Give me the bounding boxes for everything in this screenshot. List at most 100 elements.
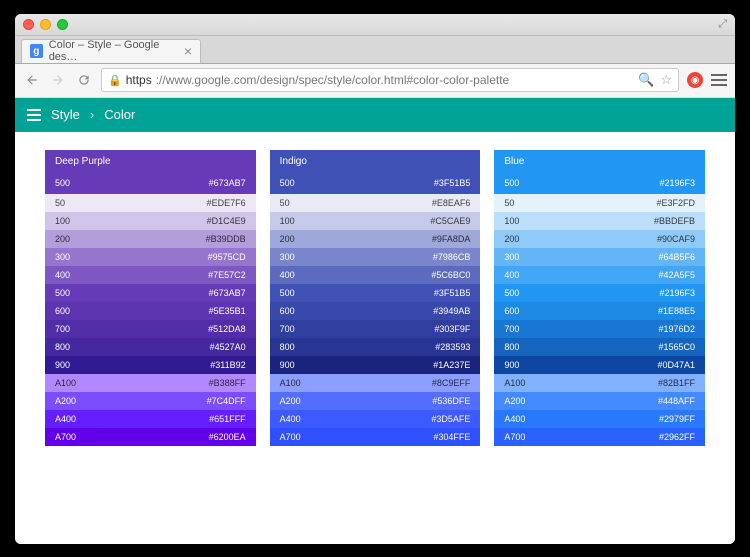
search-icon[interactable]: 🔍	[638, 72, 654, 88]
swatch[interactable]: A100#8C9EFF	[270, 374, 481, 392]
palette-name: Deep Purple	[55, 156, 246, 167]
swatch[interactable]: 800#4527A0	[45, 338, 256, 356]
swatch-hex: #512DA8	[208, 324, 246, 334]
swatch-hex: #7986CB	[433, 252, 471, 262]
breadcrumb-root[interactable]: Style	[51, 107, 80, 122]
swatch-shade: 100	[504, 216, 519, 226]
swatch[interactable]: 900#0D47A1	[494, 356, 705, 374]
browser-tab[interactable]: g Color – Style – Google des… ×	[21, 39, 201, 63]
app-bar: Style › Color	[15, 98, 735, 132]
swatch[interactable]: 400#42A5F5	[494, 266, 705, 284]
swatch[interactable]: 300#64B5F6	[494, 248, 705, 266]
swatch-hex: #2196F3	[659, 288, 695, 298]
swatch[interactable]: 400#7E57C2	[45, 266, 256, 284]
swatch[interactable]: 200#9FA8DA	[270, 230, 481, 248]
swatch-hex: #0D47A1	[657, 360, 695, 370]
tab-bar: g Color – Style – Google des… ×	[15, 36, 735, 64]
swatch[interactable]: A700#6200EA	[45, 428, 256, 446]
star-icon[interactable]: ☆	[660, 72, 672, 88]
swatch-shade: 700	[504, 324, 519, 334]
palette-header-shade: 500	[280, 178, 295, 188]
minimize-window-button[interactable]	[40, 19, 51, 30]
swatch-shade: 800	[55, 342, 70, 352]
swatch[interactable]: 700#512DA8	[45, 320, 256, 338]
swatch-hex: #1976D2	[658, 324, 695, 334]
swatch-hex: #2962FF	[659, 432, 695, 442]
reload-button[interactable]	[75, 71, 93, 89]
swatch[interactable]: A200#448AFF	[494, 392, 705, 410]
swatch[interactable]: 100#C5CAE9	[270, 212, 481, 230]
swatch[interactable]: 500#673AB7	[45, 284, 256, 302]
swatch-hex: #304FFE	[433, 432, 470, 442]
swatch-hex: #B388FF	[209, 378, 246, 388]
swatch[interactable]: A200#536DFE	[270, 392, 481, 410]
swatch[interactable]: A700 #304FFE	[270, 428, 481, 446]
swatch[interactable]: 200#90CAF9	[494, 230, 705, 248]
swatch[interactable]: 400#5C6BC0	[270, 266, 481, 284]
swatch[interactable]: 500#3F51B5	[270, 284, 481, 302]
extension-icon[interactable]: ◉	[687, 72, 703, 88]
swatch[interactable]: 50#EDE7F6	[45, 194, 256, 212]
favicon-icon: g	[30, 44, 43, 58]
url-field[interactable]: 🔒 https ://www.google.com/design/spec/st…	[101, 68, 679, 92]
url-actions: 🔍 ☆	[638, 72, 672, 88]
menu-button[interactable]	[711, 74, 727, 86]
swatch-shade: 500	[504, 288, 519, 298]
swatch-hex: #9FA8DA	[432, 234, 471, 244]
palette-header: Deep Purple500#673AB7	[45, 150, 256, 194]
swatch-shade: 600	[280, 306, 295, 316]
swatch[interactable]: 800#283593	[270, 338, 481, 356]
swatch[interactable]: 100#BBDEFB	[494, 212, 705, 230]
swatch[interactable]: 900#311B92	[45, 356, 256, 374]
swatch-hex: #3F51B5	[434, 288, 471, 298]
swatch-hex: #9575CD	[208, 252, 246, 262]
swatch[interactable]: 900#1A237E	[270, 356, 481, 374]
swatch[interactable]: 700#303F9F	[270, 320, 481, 338]
swatch[interactable]: A400#651FFF	[45, 410, 256, 428]
swatch-shade: A700	[280, 432, 301, 442]
swatch-shade: 400	[280, 270, 295, 280]
chevron-right-icon: ›	[90, 107, 94, 122]
swatch[interactable]: 600#5E35B1	[45, 302, 256, 320]
back-button[interactable]	[23, 71, 41, 89]
swatch[interactable]: 50#E8EAF6	[270, 194, 481, 212]
swatch[interactable]: A100#82B1FF	[494, 374, 705, 392]
palette-name: Indigo	[280, 156, 471, 167]
swatch-shade: 50	[504, 198, 514, 208]
swatch[interactable]: 500 #2196F3	[494, 284, 705, 302]
swatch[interactable]: 800#1565C0	[494, 338, 705, 356]
swatch-hex: #E3F2FD	[657, 198, 696, 208]
swatch[interactable]: A100#B388FF	[45, 374, 256, 392]
swatch[interactable]: 300#7986CB	[270, 248, 481, 266]
swatch-hex: #C5CAE9	[430, 216, 470, 226]
titlebar: ⤢	[15, 14, 735, 36]
swatch[interactable]: 50 #E3F2FD	[494, 194, 705, 212]
close-tab-icon[interactable]: ×	[184, 43, 192, 59]
swatch[interactable]: 100#D1C4E9	[45, 212, 256, 230]
swatch-hex: #E8EAF6	[432, 198, 471, 208]
swatch[interactable]: A400#3D5AFE	[270, 410, 481, 428]
swatch-shade: A200	[280, 396, 301, 406]
swatch-hex: #1A237E	[433, 360, 470, 370]
swatch-shade: 500	[55, 288, 70, 298]
content-area[interactable]: Deep Purple500#673AB750#EDE7F6100#D1C4E9…	[15, 132, 735, 544]
zoom-window-button[interactable]	[57, 19, 68, 30]
swatch-shade: 700	[280, 324, 295, 334]
swatch[interactable]: 600#3949AB	[270, 302, 481, 320]
swatch[interactable]: A400#2979FF	[494, 410, 705, 428]
swatch[interactable]: 700 #1976D2	[494, 320, 705, 338]
swatch[interactable]: 600#1E88E5	[494, 302, 705, 320]
expand-icon[interactable]: ⤢	[718, 18, 727, 31]
swatch[interactable]: 300#9575CD	[45, 248, 256, 266]
swatch[interactable]: A200#7C4DFF	[45, 392, 256, 410]
drawer-menu-icon[interactable]	[27, 109, 41, 121]
swatch[interactable]: 200#B39DDB	[45, 230, 256, 248]
url-path: ://www.google.com/design/spec/style/colo…	[156, 73, 510, 87]
close-window-button[interactable]	[23, 19, 34, 30]
swatch-hex: #EDE7F6	[207, 198, 246, 208]
swatch-shade: A400	[504, 414, 525, 424]
forward-button[interactable]	[49, 71, 67, 89]
swatch-hex: #7E57C2	[208, 270, 246, 280]
swatch[interactable]: A700#2962FF	[494, 428, 705, 446]
breadcrumb-current: Color	[104, 107, 135, 122]
